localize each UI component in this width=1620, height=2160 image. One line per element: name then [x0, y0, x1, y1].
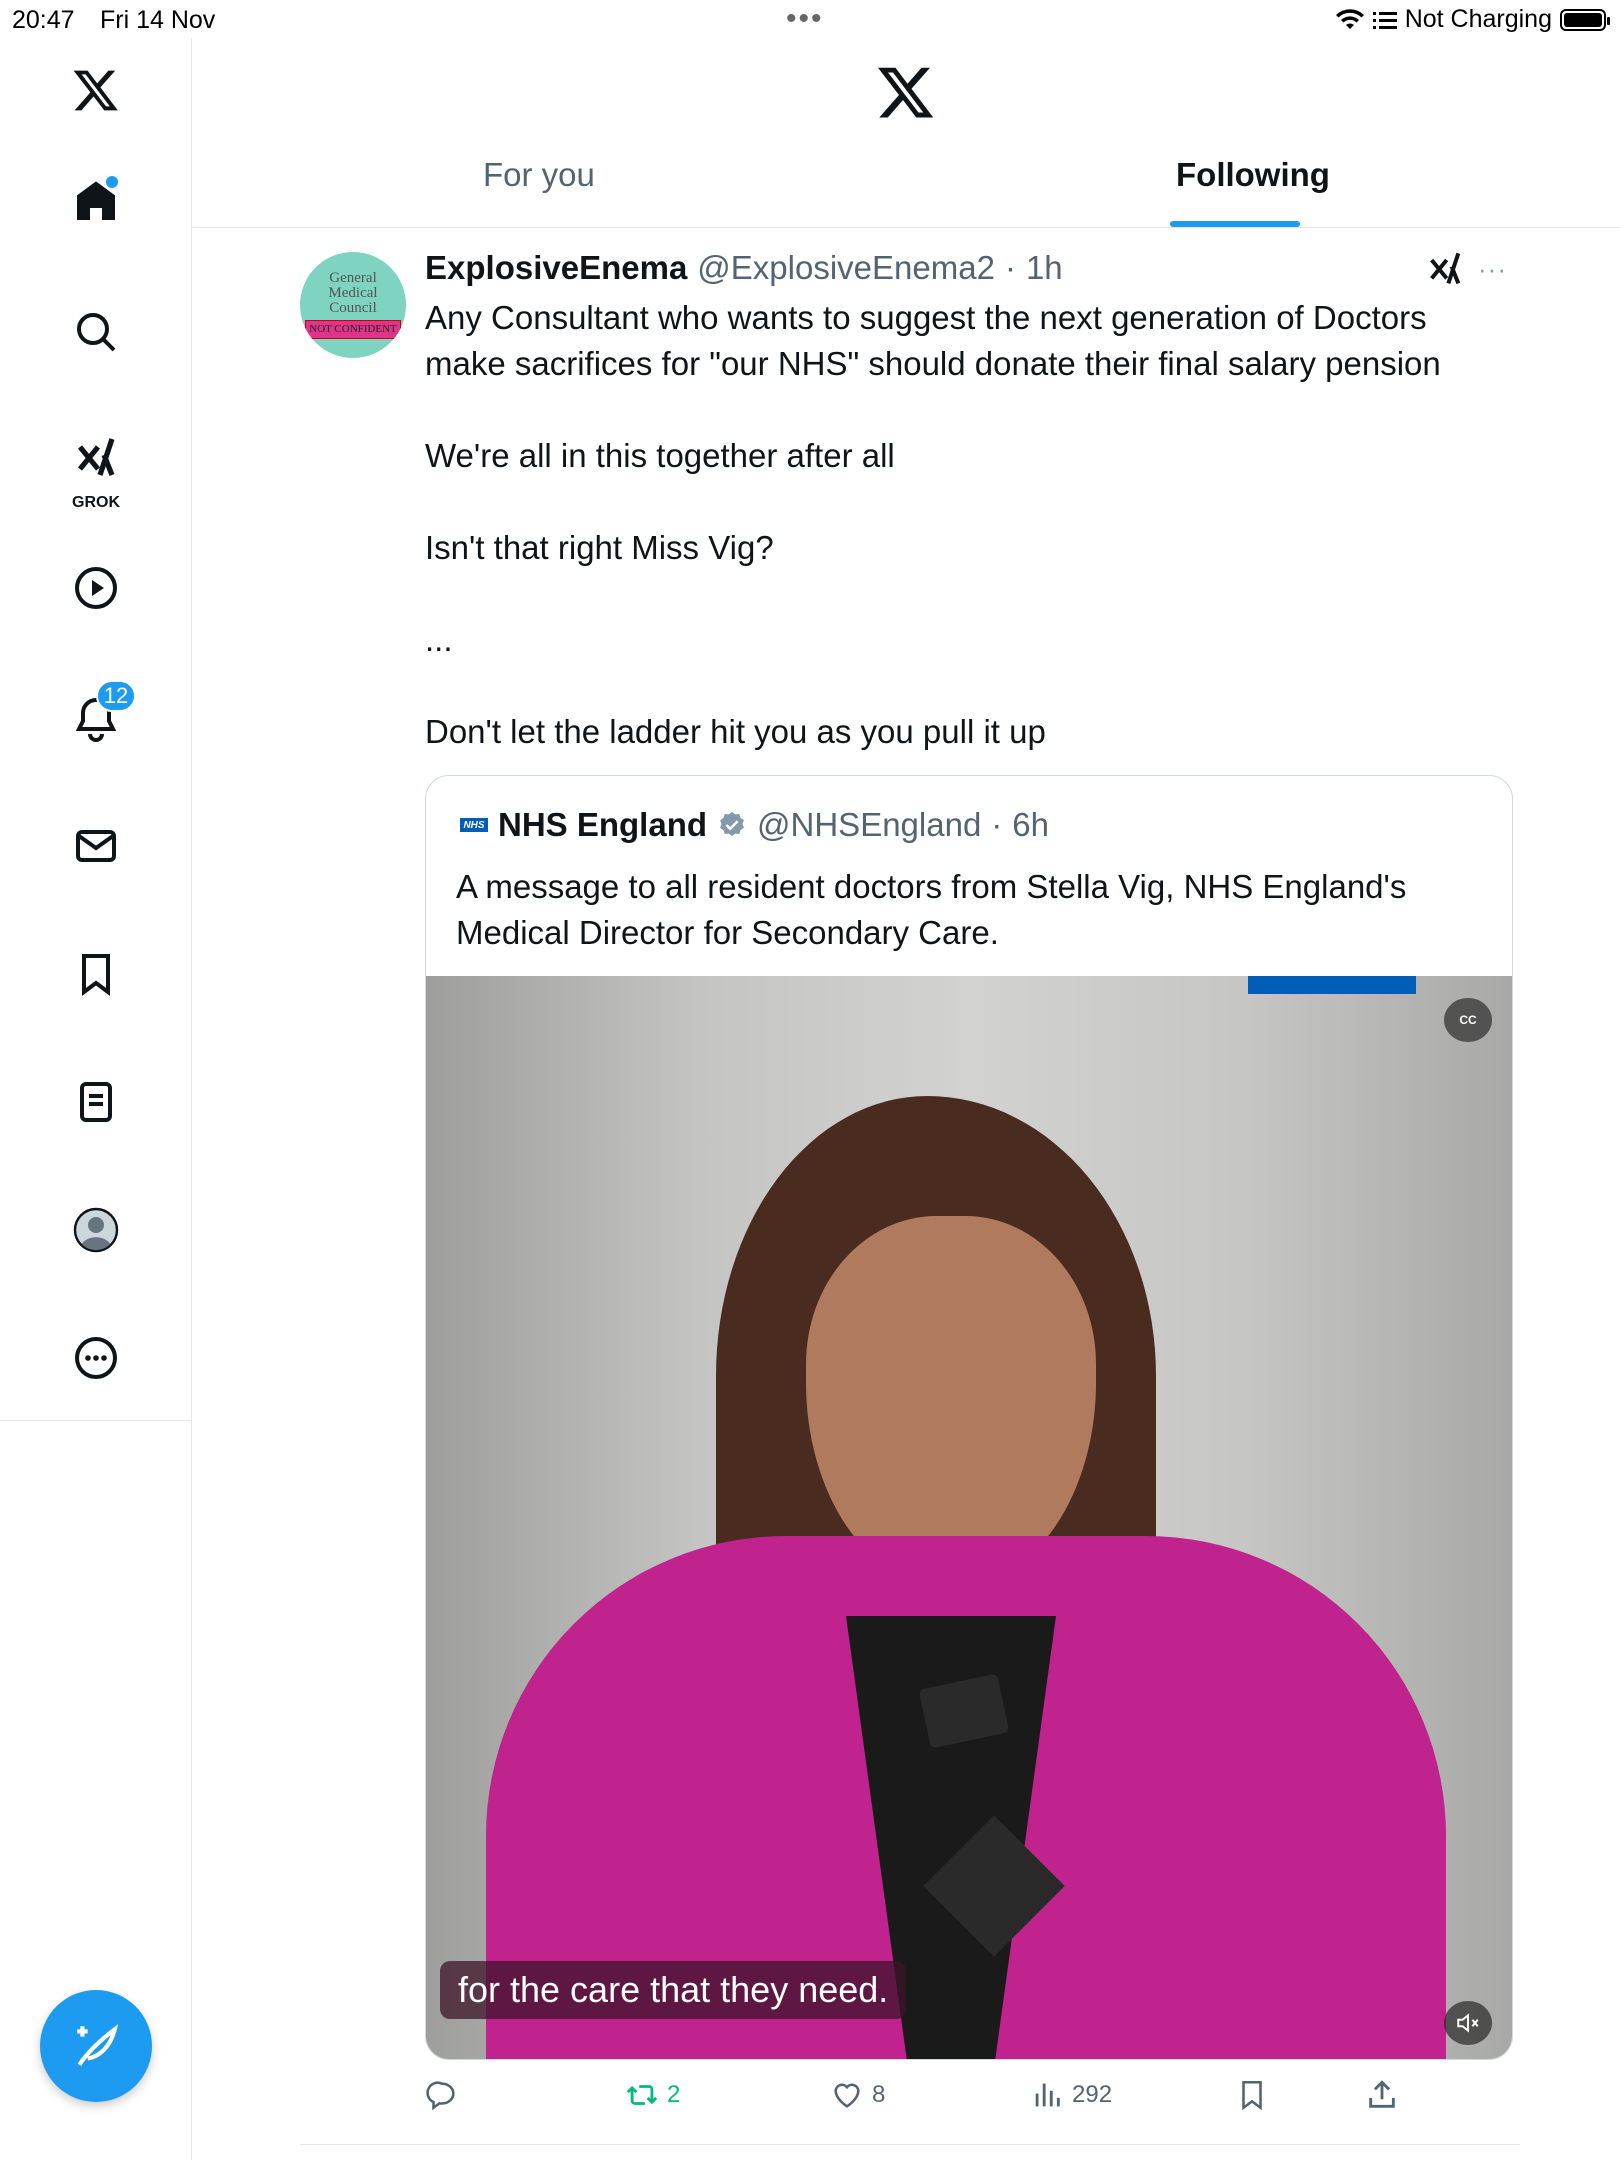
tab-for-you[interactable]: For you — [483, 156, 595, 228]
quote-author-handle[interactable]: @NHSEngland — [757, 806, 981, 844]
quote-time[interactable]: 6h — [1012, 806, 1049, 844]
status-time: 20:47 — [12, 6, 75, 34]
tab-following[interactable]: Following — [1176, 156, 1330, 228]
captions-button[interactable]: CC — [1444, 998, 1492, 1042]
sidebar-item-videos[interactable] — [56, 548, 136, 628]
sidebar: GROK 12 — [0, 38, 192, 1421]
sidebar-item-messages[interactable] — [56, 806, 136, 886]
sidebar-item-home[interactable] — [56, 162, 136, 242]
sidebar-lower — [0, 1421, 192, 2160]
focus-list-icon — [1372, 11, 1397, 29]
sidebar-x-logo[interactable] — [56, 50, 136, 130]
sidebar-item-grok[interactable]: GROK — [56, 418, 136, 518]
repost-icon — [626, 2085, 658, 2105]
status-bar: 20:47 Fri 14 Nov ••• Not Charging — [0, 0, 1620, 38]
like-button[interactable]: 8 — [830, 2078, 885, 2112]
active-tab-indicator — [1170, 221, 1300, 227]
grok-label: GROK — [72, 494, 120, 511]
charging-status: Not Charging — [1404, 5, 1552, 33]
view-count: 292 — [1072, 2081, 1113, 2108]
sidebar-item-bookmarks[interactable] — [56, 934, 136, 1014]
status-right: Not Charging — [1335, 5, 1610, 34]
tweet-paragraph: ... — [425, 621, 453, 658]
views-button[interactable]: 292 — [1030, 2078, 1112, 2112]
mail-icon — [76, 830, 116, 862]
more-options-icon[interactable]: ··· — [1478, 254, 1507, 285]
grok-icon — [77, 438, 115, 476]
battery-icon — [1560, 8, 1610, 31]
bookmark-icon — [82, 954, 110, 996]
status-date: Fri 14 Nov — [100, 6, 216, 34]
quote-author-name[interactable]: NHS England — [498, 806, 707, 844]
home-unread-dot — [106, 176, 118, 188]
author-handle[interactable]: @ExplosiveEnema2 — [697, 249, 995, 287]
speaker-muted-icon — [1457, 2013, 1479, 2033]
author-avatar[interactable]: General Medical Council NOT CONFIDENT — [300, 252, 406, 358]
video-player[interactable]: CC for the care that they need. — [426, 976, 1512, 2059]
share-button[interactable] — [1365, 2078, 1399, 2112]
sidebar-item-lists[interactable] — [56, 1062, 136, 1142]
notifications-badge: 12 — [96, 680, 136, 712]
wifi-icon — [1335, 8, 1364, 29]
tweet-paragraph: Don't let the ladder hit you as you pull… — [425, 713, 1046, 750]
sidebar-item-profile[interactable] — [56, 1190, 136, 1270]
avatar-text: Council — [329, 300, 377, 316]
like-count: 8 — [872, 2081, 886, 2108]
profile-avatar-icon — [73, 1207, 119, 1253]
tweet-paragraph: We're all in this together after all — [425, 437, 895, 474]
x-logo-icon[interactable] — [876, 62, 936, 122]
feather-plus-icon — [77, 2024, 119, 2066]
heart-icon — [834, 2083, 860, 2108]
grok-icon[interactable] — [1425, 250, 1465, 290]
tweet[interactable]: General Medical Council NOT CONFIDENT Ex… — [300, 230, 1520, 2145]
meta-separator: · — [991, 806, 1003, 843]
views-chart-icon — [1035, 2083, 1060, 2107]
avatar-text: Medical — [328, 285, 378, 301]
avatar-stamp: NOT CONFIDENT — [305, 320, 401, 339]
nhs-banner-background — [1248, 976, 1416, 994]
bookmark-icon — [1242, 2080, 1262, 2111]
list-icon — [80, 1082, 112, 1122]
sidebar-item-notifications[interactable]: 12 — [56, 678, 136, 758]
repost-count: 2 — [667, 2081, 681, 2108]
mute-button[interactable] — [1444, 2001, 1492, 2045]
share-icon — [1369, 2080, 1395, 2108]
bookmark-button[interactable] — [1235, 2078, 1269, 2112]
reply-icon — [426, 2081, 455, 2111]
x-logo-icon — [73, 70, 118, 111]
tweet-text: Any Consultant who wants to suggest the … — [425, 295, 1485, 755]
reply-button[interactable] — [425, 2078, 467, 2112]
quoted-tweet[interactable]: NHS NHS England @NHSEngland · 6h A messa… — [425, 775, 1513, 2060]
search-icon — [77, 313, 116, 352]
tweet-header: ExplosiveEnema @ExplosiveEnema2 · 1h — [425, 246, 1525, 290]
multitasking-dots-icon[interactable]: ••• — [786, 2, 824, 36]
tweet-paragraph: Any Consultant who wants to suggest the … — [425, 299, 1441, 382]
quote-header: NHS NHS England @NHSEngland · 6h — [460, 806, 1049, 844]
more-circle-icon — [75, 1337, 117, 1379]
sidebar-item-explore[interactable] — [56, 292, 136, 372]
timeline-header: For you Following — [193, 38, 1620, 228]
play-icon — [75, 567, 117, 609]
tweet-time[interactable]: 1h — [1026, 249, 1063, 287]
meta-separator: · — [1004, 249, 1016, 286]
avatar-text: General — [329, 270, 377, 286]
author-name[interactable]: ExplosiveEnema — [425, 249, 687, 287]
compose-post-button[interactable] — [40, 1990, 152, 2102]
tweet-actions: 2 8 292 — [425, 2078, 1525, 2128]
nhs-logo-avatar: NHS — [460, 818, 488, 832]
quote-text: A message to all resident doctors from S… — [456, 868, 1407, 951]
tweet-paragraph: Isn't that right Miss Vig? — [425, 529, 774, 566]
sidebar-item-more[interactable] — [56, 1318, 136, 1398]
repost-button[interactable]: 2 — [625, 2078, 680, 2112]
verified-badge-icon — [720, 811, 744, 837]
video-caption: for the care that they need. — [440, 1961, 907, 2019]
